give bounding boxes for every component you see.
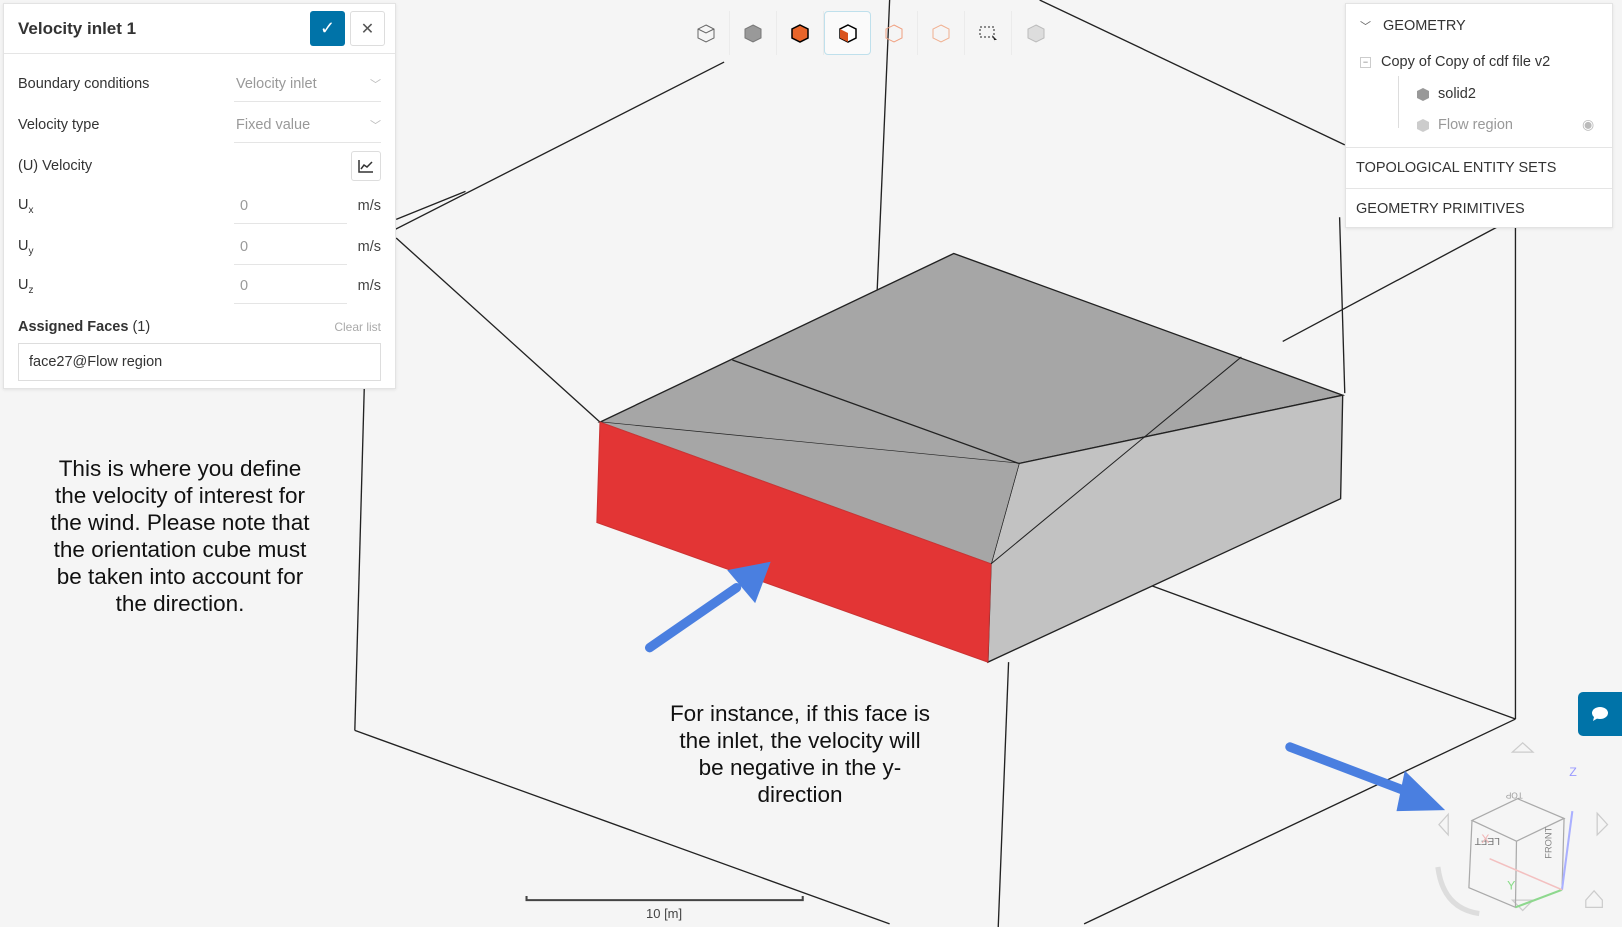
check-icon: ✓ [319, 18, 336, 38]
tree-item-flow-region[interactable]: Flow region [1416, 117, 1513, 133]
uy-unit: m/s [357, 239, 381, 255]
annotation-line: This is where you define [58, 456, 302, 481]
select-face-button[interactable] [824, 11, 871, 55]
select-edge-button[interactable] [871, 11, 918, 55]
selected-value: Fixed value [236, 116, 311, 133]
annotation-line: the direction. [115, 591, 245, 616]
geometry-section-header[interactable]: ﹀ GEOMETRY [1360, 18, 1466, 34]
annotation-left: This is where you define the velocity of … [20, 455, 340, 617]
box-select-icon [979, 26, 997, 42]
solid-box[interactable] [596, 252, 1346, 664]
annotation-line: the inlet, the velocity will [679, 728, 921, 753]
chevron-down-icon: ﹀ [370, 78, 381, 91]
uy-input[interactable]: 0 [234, 229, 347, 265]
select-volume-button[interactable] [777, 11, 824, 55]
view-toolbar [683, 11, 1063, 55]
collapse-icon: − [1360, 56, 1371, 68]
topological-entity-sets-section[interactable]: TOPOLOGICAL ENTITY SETS [1346, 147, 1612, 188]
boundary-conditions-select[interactable]: Velocity inlet ﹀ [234, 66, 381, 102]
annotation-line: the wind. Please note that [50, 510, 310, 535]
chevron-down-icon: ﹀ [370, 119, 381, 132]
cube-points-icon [932, 24, 950, 43]
axis-y-label: Y [1507, 879, 1515, 893]
cube-top-label: TOP [1505, 791, 1522, 800]
table-input-button[interactable] [351, 151, 381, 181]
axis-z-label: Z [1569, 765, 1577, 779]
assigned-face-item[interactable]: face27@Flow region [18, 343, 381, 381]
ux-unit: m/s [357, 198, 381, 214]
close-icon: ✕ [360, 20, 375, 38]
selected-value: Velocity inlet [236, 75, 317, 92]
assigned-faces-label: Assigned Faces (1) [18, 319, 151, 335]
select-point-button[interactable] [918, 11, 965, 55]
cube-wireframe-icon [697, 24, 715, 43]
annotation-line: the orientation cube must [53, 537, 307, 562]
cube-face-icon [838, 24, 857, 43]
orientation-cube[interactable]: TOP LEFT FRONT Z Y X [1435, 742, 1609, 917]
annotation-line: be negative in the y- [698, 755, 902, 780]
geometry-tree-panel: ﹀ GEOMETRY − Copy of Copy of cdf file v2 s… [1345, 3, 1613, 228]
solid-view-button[interactable] [730, 11, 777, 55]
eye-hidden-icon[interactable]: ◉ [1582, 116, 1594, 133]
cube-orange-icon [791, 24, 809, 43]
velocity-label: (U) Velocity [18, 158, 93, 174]
annotation-line: direction [757, 782, 843, 807]
annotation-line: the velocity of interest for [54, 483, 306, 508]
confirm-button[interactable]: ✓ [310, 11, 345, 46]
chat-button[interactable] [1578, 692, 1622, 736]
tree-item-solid2[interactable]: solid2 [1416, 86, 1476, 102]
hidden-view-button[interactable] [1012, 11, 1059, 55]
cube-solid-icon [744, 24, 762, 43]
box-select-button[interactable] [965, 11, 1012, 55]
boundary-condition-panel: Velocity inlet 1 ✓ ✕ Boundary conditions… [3, 3, 396, 389]
axis-x-label: X [1481, 832, 1490, 846]
uz-unit: m/s [357, 278, 381, 294]
cube-edges-icon [885, 24, 903, 43]
cube-front-label: FRONT [1544, 826, 1554, 858]
chevron-down-icon: ﹀ [1360, 21, 1371, 33]
cube-grid-icon [1027, 24, 1044, 43]
annotation-line: be taken into account for [56, 564, 304, 589]
annotation-line: For instance, if this face is [669, 701, 931, 726]
geometry-primitives-section[interactable]: GEOMETRY PRIMITIVES [1346, 188, 1612, 229]
velocity-type-select[interactable]: Fixed value ﹀ [234, 107, 381, 143]
clear-list-link[interactable]: Clear list [334, 320, 381, 334]
ux-input[interactable]: 0 [234, 188, 347, 224]
tree-root[interactable]: − Copy of Copy of cdf file v2 [1360, 54, 1550, 70]
close-button[interactable]: ✕ [350, 11, 385, 46]
cube-icon [1417, 119, 1429, 132]
annotation-bottom: For instance, if this face is the inlet, … [640, 700, 960, 808]
cube-icon [1417, 88, 1429, 101]
panel-title: Velocity inlet 1 [18, 18, 137, 38]
uz-input[interactable]: 0 [234, 268, 347, 304]
chart-icon [358, 160, 373, 173]
wireframe-view-button[interactable] [683, 11, 730, 55]
scale-label: 10 [m] [646, 906, 683, 921]
scale-bar [525, 895, 804, 902]
chat-bubble-icon [1592, 707, 1608, 721]
